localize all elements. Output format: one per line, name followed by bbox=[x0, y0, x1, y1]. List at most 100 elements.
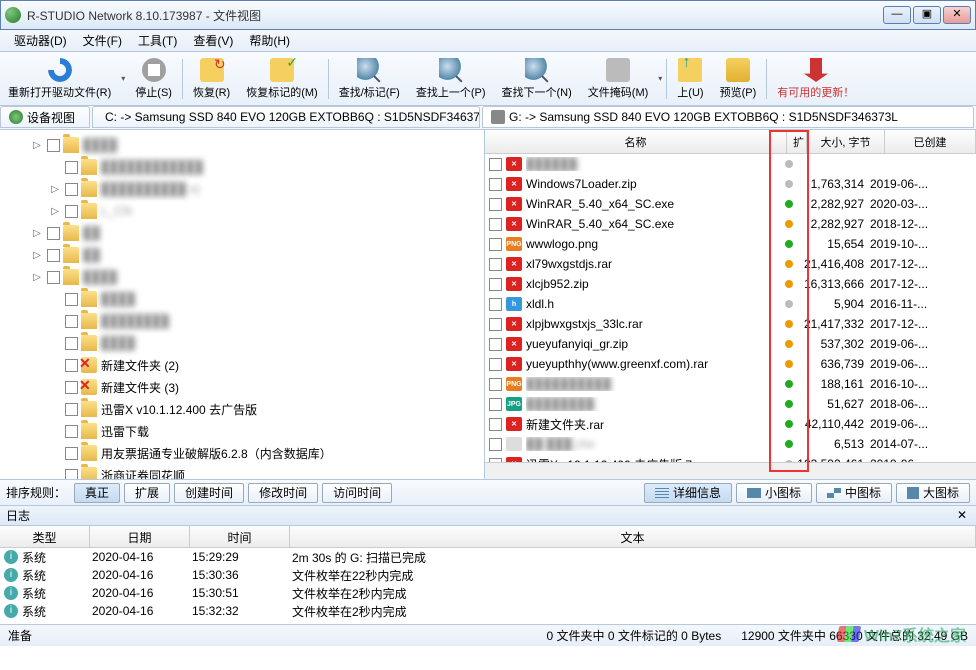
log-row[interactable]: i系统2020-04-1615:29:292m 30s 的 G: 扫描已完成 bbox=[0, 548, 976, 566]
tab-g-drive[interactable]: G: -> Samsung SSD 840 EVO 120GB EXTOBB6Q… bbox=[482, 106, 974, 128]
col-ext[interactable]: 扩 bbox=[787, 130, 807, 153]
col-created[interactable]: 已创建 bbox=[885, 130, 976, 153]
file-row[interactable]: hxldl.h5,9042016-11-... bbox=[485, 294, 976, 314]
tree-item[interactable]: 用友票据通专业破解版6.2.8（内含数据库） bbox=[2, 442, 482, 464]
tree-twisty[interactable]: ▷ bbox=[30, 250, 44, 261]
file-checkbox[interactable] bbox=[489, 438, 502, 451]
tab-device-view[interactable]: 设备视图 bbox=[0, 106, 90, 128]
log-close-button[interactable]: ✕ bbox=[954, 508, 970, 524]
file-row[interactable]: ✕xlcjb952.zip16,313,6662017-12-... bbox=[485, 274, 976, 294]
tree-item[interactable]: ▷L_CN bbox=[2, 200, 482, 222]
log-col-type[interactable]: 类型 bbox=[0, 526, 90, 547]
file-checkbox[interactable] bbox=[489, 298, 502, 311]
file-row[interactable]: ✕WinRAR_5.40_x64_SC.exe2,282,9272018-12-… bbox=[485, 214, 976, 234]
tree-item[interactable]: ▷██████████ n) bbox=[2, 178, 482, 200]
tree-item[interactable]: ████████ bbox=[2, 310, 482, 332]
find-next-button[interactable]: 查找下一个(N) bbox=[494, 54, 580, 104]
menu-drive[interactable]: 驱动器(D) bbox=[6, 30, 75, 51]
file-checkbox[interactable] bbox=[489, 418, 502, 431]
find-mark-button[interactable]: 查找/标记(F) bbox=[331, 54, 408, 104]
mask-dropdown[interactable]: ▾ bbox=[656, 54, 664, 104]
reopen-drive-button[interactable]: 重新打开驱动文件(R) bbox=[0, 54, 119, 104]
log-col-date[interactable]: 日期 bbox=[90, 526, 190, 547]
file-row[interactable]: PNG██████████188,1612016-10-... bbox=[485, 374, 976, 394]
tree-checkbox[interactable] bbox=[65, 359, 78, 372]
tree-twisty[interactable]: ▷ bbox=[30, 228, 44, 239]
tree-checkbox[interactable] bbox=[65, 469, 78, 480]
tree-item[interactable]: 迅雷下载 bbox=[2, 420, 482, 442]
tree-checkbox[interactable] bbox=[65, 381, 78, 394]
tab-c-drive[interactable]: C: -> Samsung SSD 840 EVO 120GB EXTOBB6Q… bbox=[92, 106, 480, 128]
tree-checkbox[interactable] bbox=[47, 139, 60, 152]
folder-tree-pane[interactable]: ▷████████████████▷██████████ n)▷L_CN▷██▷… bbox=[0, 130, 485, 479]
view-large-button[interactable]: 大图标 bbox=[896, 483, 970, 503]
file-checkbox[interactable] bbox=[489, 338, 502, 351]
file-list-body[interactable]: ✕██████✕Windows7Loader.zip1,763,3142019-… bbox=[485, 154, 976, 462]
tree-checkbox[interactable] bbox=[47, 249, 60, 262]
view-medium-button[interactable]: 中图标 bbox=[816, 483, 892, 503]
tree-checkbox[interactable] bbox=[65, 337, 78, 350]
horizontal-scrollbar[interactable] bbox=[485, 462, 976, 479]
file-checkbox[interactable] bbox=[489, 158, 502, 171]
file-row[interactable]: ✕迅雷X v10.1.12.400 去广告版.7z103,592,4612019… bbox=[485, 454, 976, 462]
view-detail-button[interactable]: 详细信息 bbox=[644, 483, 732, 503]
menu-tools[interactable]: 工具(T) bbox=[130, 30, 185, 51]
tree-item[interactable]: ▷██ bbox=[2, 222, 482, 244]
log-col-time[interactable]: 时间 bbox=[190, 526, 290, 547]
tree-twisty[interactable]: ▷ bbox=[30, 140, 44, 151]
tree-twisty[interactable]: ▷ bbox=[30, 272, 44, 283]
recover-marked-button[interactable]: 恢复标记的(M) bbox=[238, 54, 326, 104]
tree-checkbox[interactable] bbox=[47, 227, 60, 240]
tree-checkbox[interactable] bbox=[65, 183, 78, 196]
tree-checkbox[interactable] bbox=[65, 293, 78, 306]
tree-item[interactable]: ████ bbox=[2, 288, 482, 310]
file-row[interactable]: ██ ███.che6,5132014-07-... bbox=[485, 434, 976, 454]
recover-button[interactable]: 恢复(R) bbox=[185, 54, 238, 104]
maximize-button[interactable]: ▣ bbox=[913, 6, 941, 24]
menu-view[interactable]: 查看(V) bbox=[185, 30, 241, 51]
stop-button[interactable]: 停止(S) bbox=[127, 54, 180, 104]
menu-file[interactable]: 文件(F) bbox=[75, 30, 130, 51]
log-col-text[interactable]: 文本 bbox=[290, 526, 976, 547]
col-size[interactable]: 大小, 字节 bbox=[807, 130, 885, 153]
tree-item[interactable]: ▷████ bbox=[2, 266, 482, 288]
find-prev-button[interactable]: 查找上一个(P) bbox=[408, 54, 494, 104]
file-checkbox[interactable] bbox=[489, 178, 502, 191]
file-checkbox[interactable] bbox=[489, 238, 502, 251]
file-checkbox[interactable] bbox=[489, 358, 502, 371]
close-button[interactable]: ✕ bbox=[943, 6, 971, 24]
file-row[interactable]: ✕xlpjbwxgstxjs_33lc.rar21,417,3322017-12… bbox=[485, 314, 976, 334]
log-row[interactable]: i系统2020-04-1615:30:36文件枚举在22秒内完成 bbox=[0, 566, 976, 584]
reopen-dropdown[interactable]: ▾ bbox=[119, 54, 127, 104]
up-button[interactable]: 上(U) bbox=[669, 54, 711, 104]
tree-item[interactable]: ▷████ bbox=[2, 134, 482, 156]
tree-checkbox[interactable] bbox=[65, 205, 78, 218]
file-checkbox[interactable] bbox=[489, 318, 502, 331]
file-row[interactable]: JPG████████51,6272018-06-... bbox=[485, 394, 976, 414]
file-row[interactable]: ✕Windows7Loader.zip1,763,3142019-06-... bbox=[485, 174, 976, 194]
tree-twisty[interactable]: ▷ bbox=[48, 184, 62, 195]
tree-checkbox[interactable] bbox=[65, 315, 78, 328]
tree-item[interactable]: 新建文件夹 (2) bbox=[2, 354, 482, 376]
update-available-button[interactable]: 有可用的更新！ bbox=[769, 54, 862, 104]
file-checkbox[interactable] bbox=[489, 218, 502, 231]
file-row[interactable]: PNGwwwlogo.png15,6542019-10-... bbox=[485, 234, 976, 254]
file-checkbox[interactable] bbox=[489, 278, 502, 291]
view-small-button[interactable]: 小图标 bbox=[736, 483, 812, 503]
col-name[interactable]: 名称 bbox=[485, 130, 787, 153]
tree-item[interactable]: 新建文件夹 (3) bbox=[2, 376, 482, 398]
menu-help[interactable]: 帮助(H) bbox=[241, 30, 298, 51]
tree-item[interactable]: 浙商证券同花顺 bbox=[2, 464, 482, 479]
sort-mtime-button[interactable]: 修改时间 bbox=[248, 483, 318, 503]
file-checkbox[interactable] bbox=[489, 398, 502, 411]
tree-item[interactable]: ▷██ bbox=[2, 244, 482, 266]
log-body[interactable]: i系统2020-04-1615:29:292m 30s 的 G: 扫描已完成i系… bbox=[0, 548, 976, 624]
log-row[interactable]: i系统2020-04-1615:32:32文件枚举在2秒内完成 bbox=[0, 602, 976, 620]
file-checkbox[interactable] bbox=[489, 378, 502, 391]
minimize-button[interactable]: — bbox=[883, 6, 911, 24]
file-row[interactable]: ✕WinRAR_5.40_x64_SC.exe2,282,9272020-03-… bbox=[485, 194, 976, 214]
file-row[interactable]: ✕yueyufanyiqi_gr.zip537,3022019-06-... bbox=[485, 334, 976, 354]
sort-atime-button[interactable]: 访问时间 bbox=[322, 483, 392, 503]
tree-item[interactable]: ████████████ bbox=[2, 156, 482, 178]
file-mask-button[interactable]: 文件掩码(M) bbox=[580, 54, 657, 104]
